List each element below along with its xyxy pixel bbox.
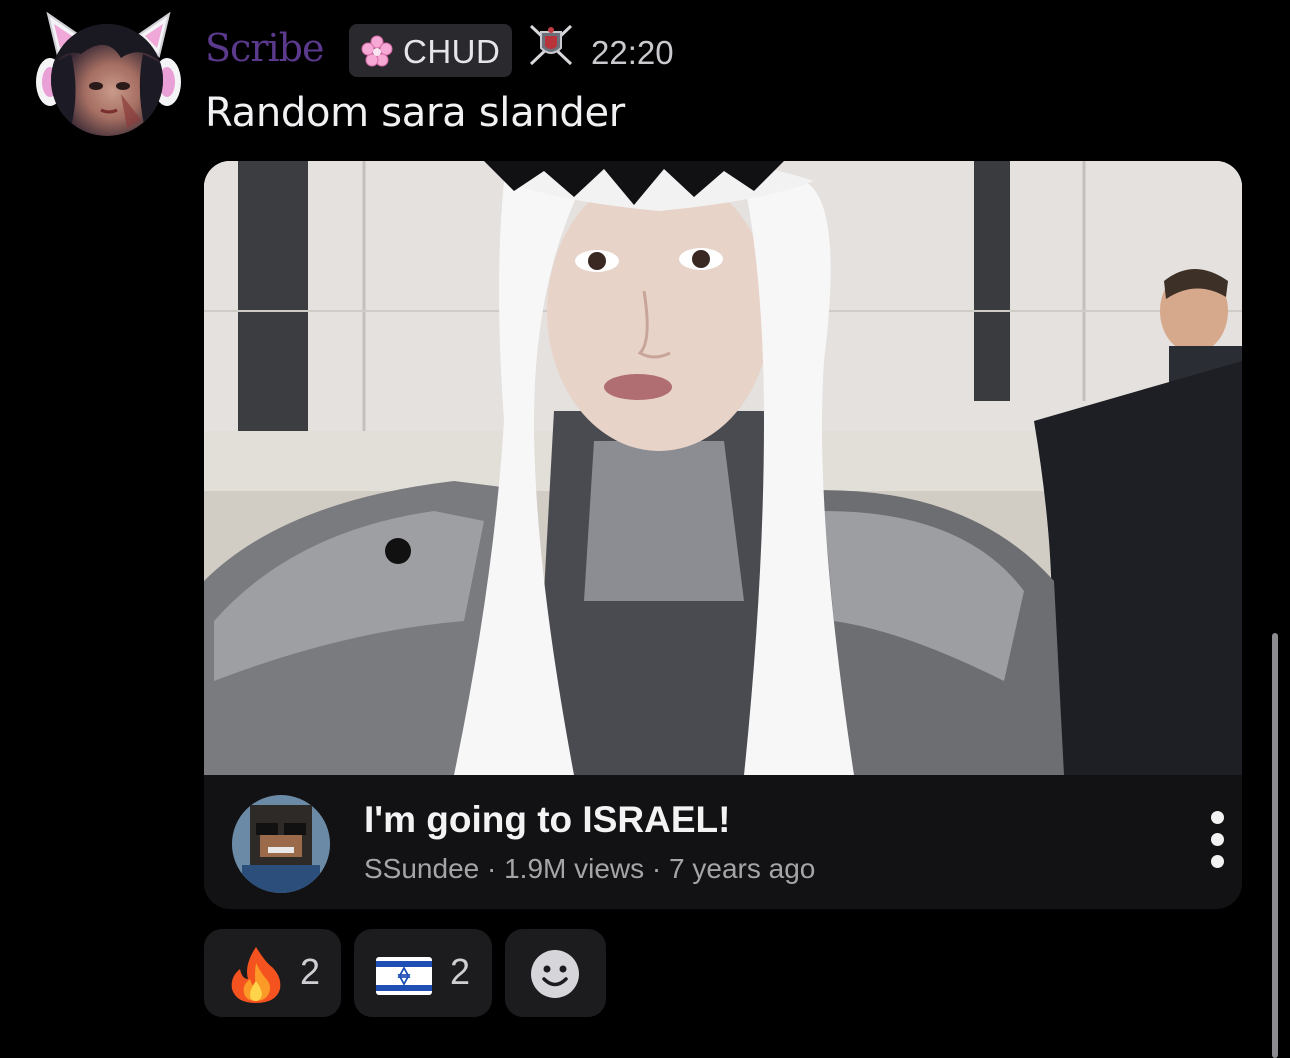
channel-avatar[interactable] (232, 795, 330, 893)
message: Scribe CHUD 22:20 Random sara slander I'… (0, 0, 1290, 1058)
more-options-button[interactable] (1196, 805, 1240, 875)
video-meta: SSundee · 1.9M views · 7 years ago (364, 853, 815, 885)
view-count: 1.9M views (504, 853, 645, 884)
israel-flag-emoji-icon (376, 957, 432, 995)
more-dot-icon (1211, 833, 1224, 846)
avatar-image (51, 24, 163, 136)
video-info: I'm going to ISRAEL! SSundee · 1.9M view… (204, 775, 1242, 909)
crossed-swords-crest-icon (529, 24, 573, 66)
role-label: CHUD (403, 33, 501, 70)
reaction-count: 2 (450, 951, 471, 992)
timestamp: 22:20 (591, 34, 674, 71)
username[interactable]: Scribe (205, 26, 324, 70)
meta-separator: · (644, 853, 670, 884)
more-dot-icon (1211, 811, 1224, 824)
message-text: Random sara slander (205, 90, 625, 136)
reaction-israel-flag[interactable]: 2 (354, 929, 492, 1017)
reaction-count: 2 (300, 951, 321, 992)
fire-emoji-icon (231, 947, 281, 1003)
reaction-fire[interactable]: 2 (204, 929, 341, 1017)
add-reaction-smiley-icon (531, 950, 579, 998)
video-title[interactable]: I'm going to ISRAEL! (364, 799, 730, 841)
upload-age: 7 years ago (669, 853, 816, 884)
channel-name[interactable]: SSundee (364, 853, 479, 884)
user-avatar[interactable] (36, 10, 181, 140)
video-embed[interactable]: I'm going to ISRAEL! SSundee · 1.9M view… (204, 161, 1242, 909)
add-reaction-button[interactable] (505, 929, 606, 1017)
role-badge[interactable]: CHUD (349, 24, 512, 77)
video-thumbnail[interactable] (204, 161, 1242, 775)
cherry-blossom-icon (361, 35, 393, 67)
more-dot-icon (1211, 855, 1224, 868)
scrollbar[interactable] (1272, 633, 1278, 1058)
meta-separator: · (479, 853, 505, 884)
